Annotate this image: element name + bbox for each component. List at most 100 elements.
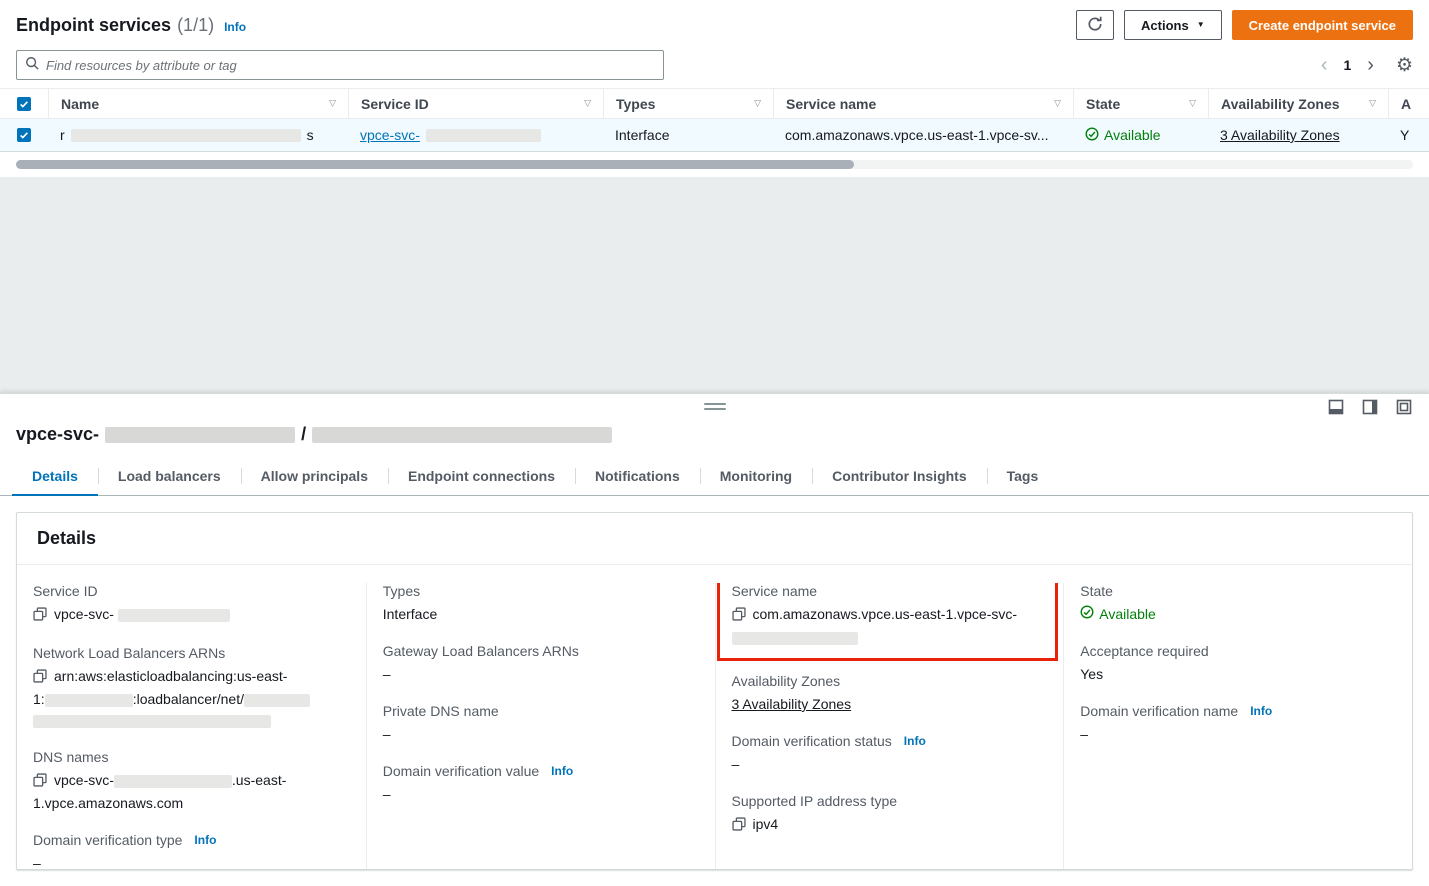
tab-monitoring[interactable]: Monitoring bbox=[700, 459, 812, 495]
field-label: Domain verification value bbox=[383, 763, 539, 779]
service-name-highlight-box: Service name com.amazonaws.vpce.us-east-… bbox=[717, 583, 1059, 661]
field-state: State Available bbox=[1080, 583, 1392, 625]
horizontal-scrollbar-thumb[interactable] bbox=[16, 160, 854, 169]
copy-icon[interactable] bbox=[732, 816, 746, 837]
field-dns-names: DNS names vpce-svc-.us-east- 1.vpce.amaz… bbox=[33, 749, 346, 814]
redacted-text bbox=[312, 427, 612, 443]
sort-caret-icon[interactable]: ▽ bbox=[746, 98, 761, 109]
copy-icon[interactable] bbox=[33, 772, 47, 793]
detail-tabs: Details Load balancers Allow principals … bbox=[0, 459, 1429, 496]
state-value: Available bbox=[1099, 604, 1156, 625]
tab-tags[interactable]: Tags bbox=[987, 459, 1059, 495]
field-label: Availability Zones bbox=[732, 673, 1044, 689]
tab-details[interactable]: Details bbox=[12, 459, 98, 496]
search-icon bbox=[25, 56, 39, 75]
field-gateway-lb-arns: Gateway Load Balancers ARNs – bbox=[383, 643, 695, 685]
endpoint-services-table: Name ▽ Service ID ▽ Types ▽ Service name… bbox=[0, 88, 1429, 177]
split-panel: vpce-svc- / Details Load balancers Allow… bbox=[0, 393, 1429, 886]
field-domain-verification-type: Domain verification type Info – bbox=[33, 832, 346, 869]
header-actions: Actions ▼ Create endpoint service bbox=[1076, 10, 1413, 40]
column-header-types[interactable]: Types ▽ bbox=[603, 89, 773, 118]
panel-position-side-icon[interactable] bbox=[1361, 399, 1379, 417]
redacted-text bbox=[244, 694, 310, 707]
field-domain-verification-status: Domain verification status Info – bbox=[732, 733, 1044, 775]
field-value: ipv4 bbox=[753, 816, 779, 832]
actions-button[interactable]: Actions ▼ bbox=[1124, 10, 1222, 40]
sort-caret-icon[interactable]: ▽ bbox=[576, 98, 591, 109]
cell-truncated-value: Y bbox=[1400, 127, 1409, 143]
field-availability-zones: Availability Zones 3 Availability Zones bbox=[732, 673, 1044, 715]
availability-zones-link[interactable]: 3 Availability Zones bbox=[732, 696, 852, 712]
info-link[interactable]: Info bbox=[904, 734, 926, 748]
copy-icon[interactable] bbox=[732, 606, 746, 627]
copy-icon[interactable] bbox=[33, 668, 47, 689]
panel-title-service-id: vpce-svc- bbox=[16, 424, 99, 445]
column-header-service-name[interactable]: Service name ▽ bbox=[773, 89, 1073, 118]
table-row[interactable]: r s vpce-svc- Interface com.amazonaws.vp… bbox=[0, 119, 1429, 152]
column-header-service-name-label: Service name bbox=[786, 96, 876, 112]
tab-allow-principals[interactable]: Allow principals bbox=[241, 459, 388, 495]
redacted-text bbox=[71, 129, 301, 142]
split-panel-drag-handle[interactable] bbox=[704, 403, 726, 410]
field-nlb-arns: Network Load Balancers ARNs arn:aws:elas… bbox=[33, 645, 346, 731]
column-header-availability-zones-label: Availability Zones bbox=[1221, 96, 1340, 112]
sort-caret-icon[interactable]: ▽ bbox=[1361, 98, 1376, 109]
field-value: – bbox=[383, 664, 695, 685]
column-header-state[interactable]: State ▽ bbox=[1073, 89, 1208, 118]
field-value: – bbox=[33, 853, 346, 869]
availability-zones-link[interactable]: 3 Availability Zones bbox=[1220, 127, 1340, 143]
nlb-arn-line2-mid: :loadbalancer/net/ bbox=[133, 691, 244, 707]
redacted-text bbox=[105, 427, 295, 443]
field-value: – bbox=[1080, 724, 1392, 745]
copy-icon[interactable] bbox=[33, 606, 47, 627]
panel-expand-icon[interactable] bbox=[1395, 399, 1413, 417]
column-header-service-id[interactable]: Service ID ▽ bbox=[348, 89, 603, 118]
check-circle-icon bbox=[1085, 127, 1099, 144]
cell-state-value: Available bbox=[1104, 127, 1161, 143]
cell-name: r s bbox=[48, 127, 348, 143]
cell-availability-zones: 3 Availability Zones bbox=[1208, 127, 1388, 143]
cell-name-start: r bbox=[60, 127, 65, 143]
field-label: Domain verification type bbox=[33, 832, 182, 848]
field-label: Domain verification status bbox=[732, 733, 892, 749]
cell-service-id: vpce-svc- bbox=[348, 127, 603, 143]
search-input[interactable] bbox=[46, 58, 655, 73]
column-header-availability-zones[interactable]: Availability Zones ▽ bbox=[1208, 89, 1388, 118]
details-column-3: Service name com.amazonaws.vpce.us-east-… bbox=[715, 583, 1064, 869]
field-label: Network Load Balancers ARNs bbox=[33, 645, 346, 661]
sort-caret-icon[interactable]: ▽ bbox=[321, 98, 336, 109]
cell-name-end: s bbox=[307, 127, 314, 143]
field-label: Domain verification name bbox=[1080, 703, 1238, 719]
field-label: State bbox=[1080, 583, 1392, 599]
tab-endpoint-connections[interactable]: Endpoint connections bbox=[388, 459, 575, 495]
column-header-truncated[interactable]: A bbox=[1388, 89, 1429, 118]
tab-notifications[interactable]: Notifications bbox=[575, 459, 700, 495]
preferences-gear-icon[interactable]: ⚙ bbox=[1396, 56, 1413, 75]
sort-caret-icon[interactable]: ▽ bbox=[1181, 98, 1196, 109]
info-link[interactable]: Info bbox=[551, 764, 573, 778]
next-page-button[interactable]: › bbox=[1367, 55, 1374, 75]
service-id-link[interactable]: vpce-svc- bbox=[360, 127, 420, 143]
info-link[interactable]: Info bbox=[1250, 704, 1272, 718]
split-panel-controls bbox=[1327, 399, 1413, 417]
cell-service-name-value: com.amazonaws.vpce.us-east-1.vpce-sv... bbox=[785, 127, 1049, 143]
tab-contributor-insights[interactable]: Contributor Insights bbox=[812, 459, 987, 495]
service-id-value-prefix: vpce-svc- bbox=[54, 606, 114, 622]
current-page-number[interactable]: 1 bbox=[1343, 57, 1351, 73]
search-box bbox=[16, 50, 664, 80]
field-label: Gateway Load Balancers ARNs bbox=[383, 643, 695, 659]
tab-load-balancers[interactable]: Load balancers bbox=[98, 459, 241, 495]
panel-position-bottom-icon[interactable] bbox=[1327, 399, 1345, 417]
refresh-button[interactable] bbox=[1076, 10, 1114, 40]
column-header-name[interactable]: Name ▽ bbox=[48, 89, 348, 118]
create-endpoint-service-button[interactable]: Create endpoint service bbox=[1232, 10, 1413, 40]
sort-caret-icon[interactable]: ▽ bbox=[1046, 98, 1061, 109]
field-label: Service name bbox=[732, 583, 1044, 599]
field-label: Acceptance required bbox=[1080, 643, 1392, 659]
info-link[interactable]: Info bbox=[194, 833, 216, 847]
previous-page-button[interactable]: ‹ bbox=[1321, 55, 1328, 75]
select-all-checkbox[interactable] bbox=[17, 97, 31, 111]
header-info-link[interactable]: Info bbox=[224, 20, 246, 34]
field-label: Types bbox=[383, 583, 695, 599]
row-checkbox[interactable] bbox=[17, 128, 31, 142]
